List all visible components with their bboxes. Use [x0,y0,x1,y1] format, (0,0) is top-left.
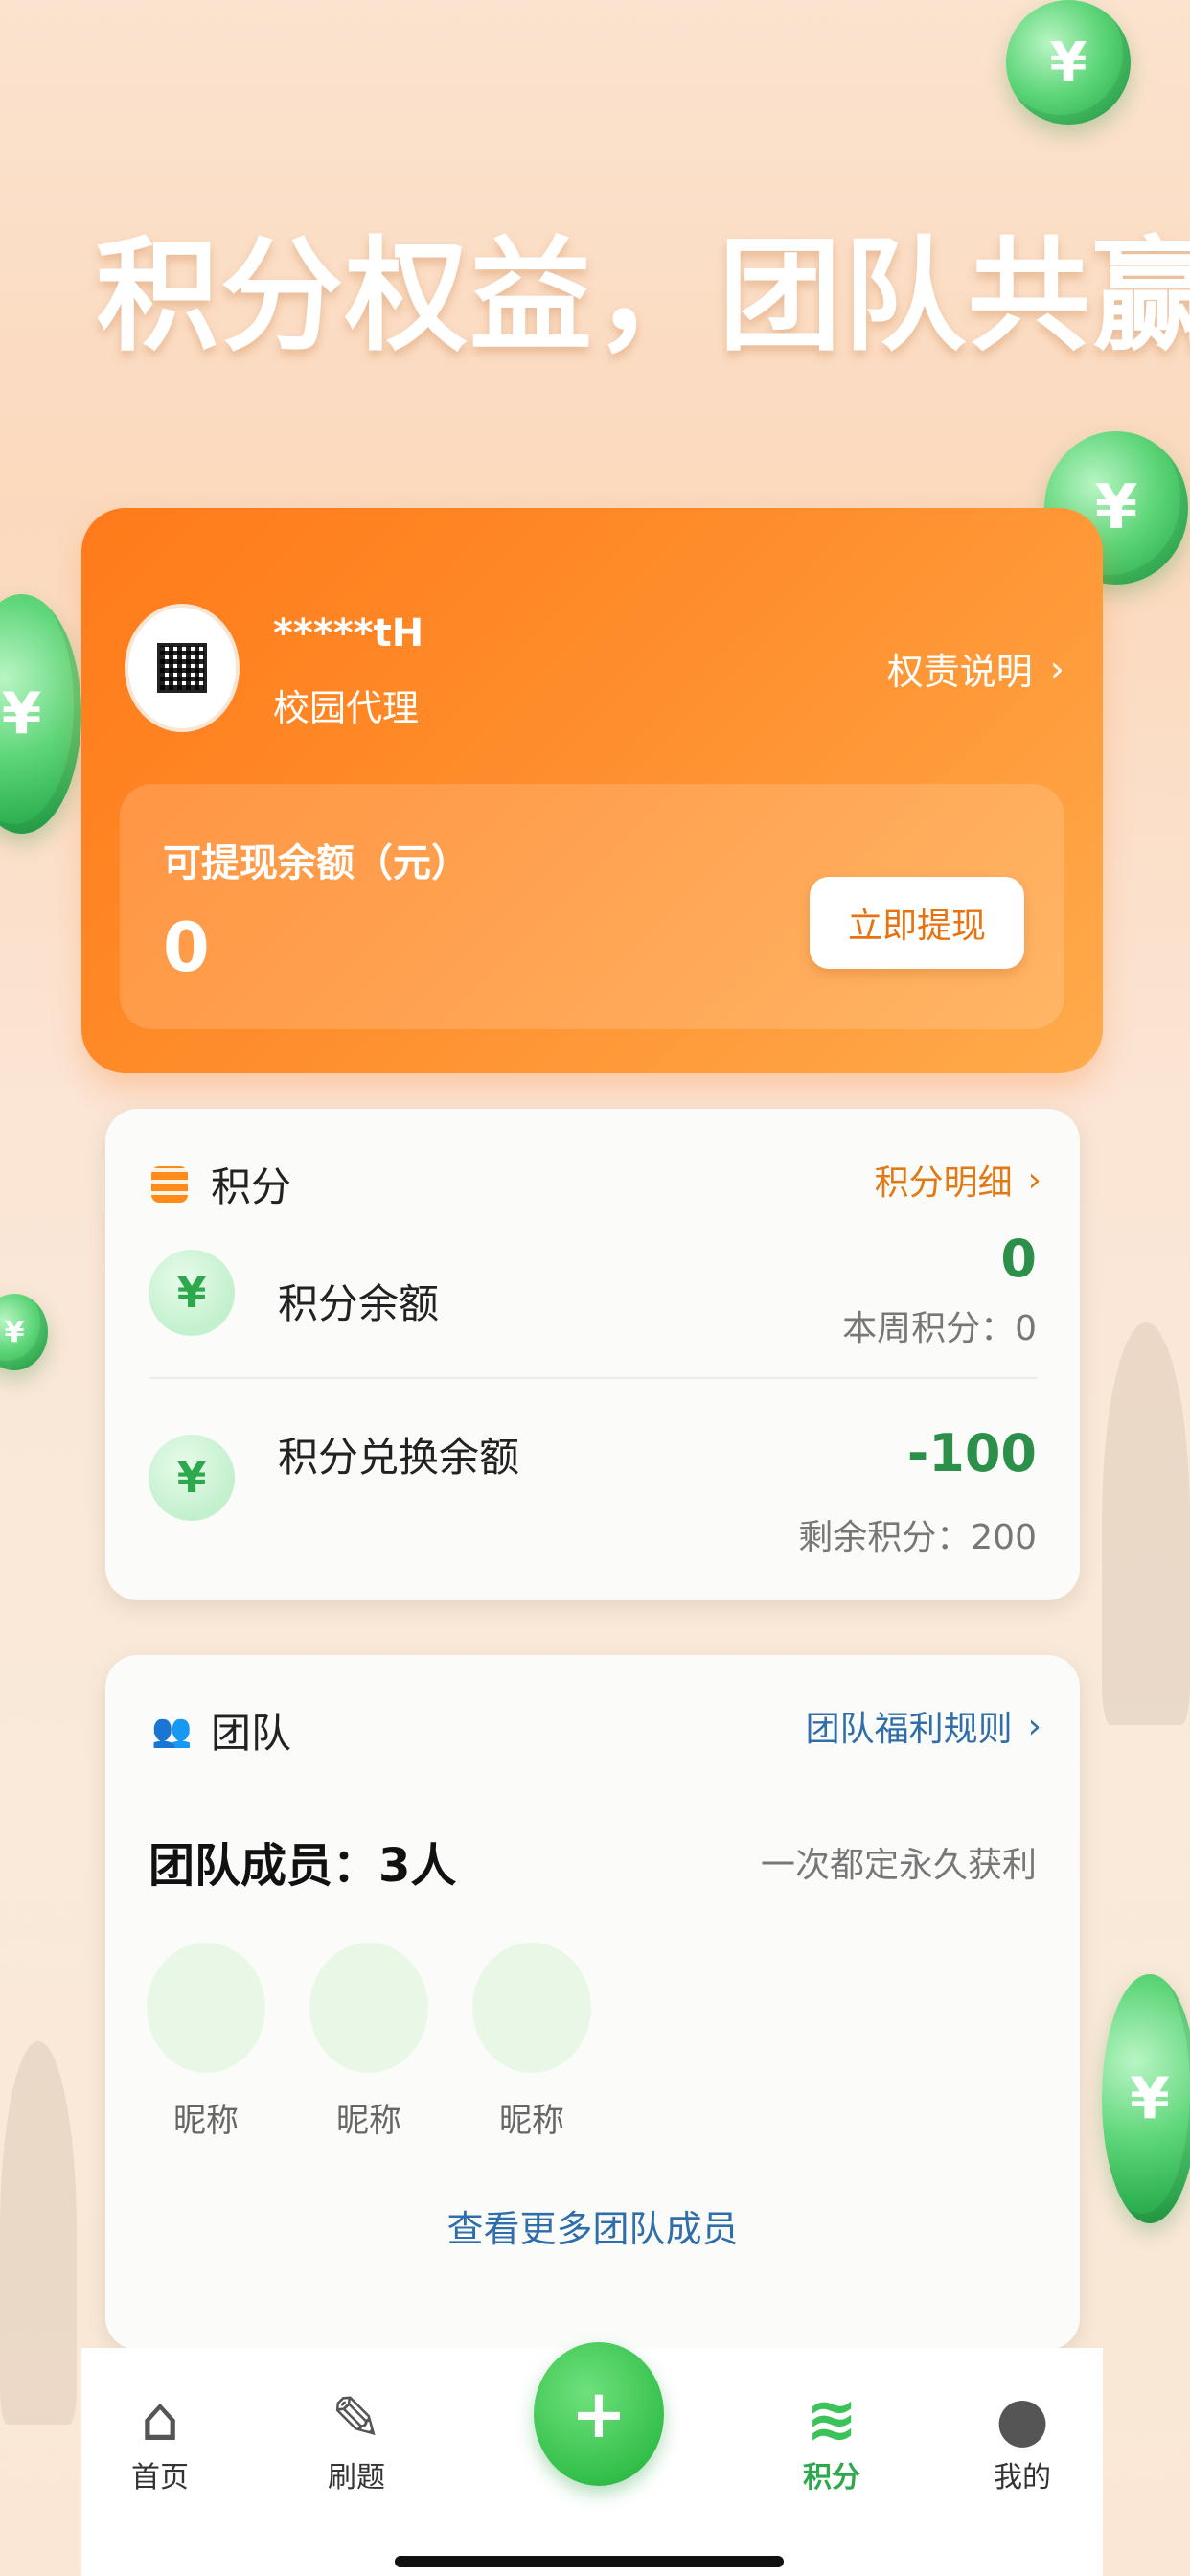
user-role: 校园代理 [273,687,420,729]
member-avatar [472,1943,591,2073]
member-avatar [147,1943,265,2073]
decorative-coin-icon: ¥ [0,1294,48,1370]
team-title: 团队 [211,1710,292,1757]
tab-label: 积分 [803,2461,860,2495]
balance-label: 可提现余额（元） [163,841,469,886]
user-icon: ● [995,2384,1049,2455]
points-detail-label: 积分明细 [874,1163,1013,1203]
tab-practice[interactable]: ✎ 刷题 [299,2386,414,2496]
pencil-ruler-icon: ✎ [331,2384,382,2455]
yen-icon: ¥ [149,1435,235,1521]
points-balance-title: 积分余额 [278,1280,440,1327]
home-indicator [395,2556,784,2567]
team-rules-label: 团队福利规则 [805,1710,1013,1749]
team-member[interactable]: 昵称 [472,1943,591,2141]
tab-label: 首页 [131,2461,189,2495]
withdrawable-balance-box: 可提现余额（元） 0 立即提现 [120,784,1064,1029]
balance-value: 0 [163,908,210,987]
team-section-header: 👥 团队 [151,1701,291,1760]
points-section-header: 积分 [151,1155,291,1213]
team-member[interactable]: 昵称 [147,1943,265,2141]
rights-link-label: 权责说明 [886,651,1033,693]
withdraw-button[interactable]: 立即提现 [810,877,1024,969]
coins-stack-icon [151,1165,188,1203]
decorative-coin-icon: ¥ [0,594,81,834]
background-silhouette [0,2041,77,2425]
team-icon: 👥 [151,1711,193,1750]
team-slogan: 一次都定永久获利 [760,1846,1037,1885]
home-icon: ⌂ [140,2384,180,2455]
member-nickname: 昵称 [173,2102,239,2140]
weekly-points-label: 本周积分：0 [842,1309,1037,1348]
yen-icon: ¥ [149,1250,235,1336]
tab-label: 我的 [994,2461,1051,2495]
member-avatar [309,1943,428,2073]
points-card: 积分 积分明细 › ¥ 积分余额 0 本周积分：0 ¥ 积分兑换余额 -100 … [105,1109,1080,1600]
tab-home[interactable]: ⌂ 首页 [103,2386,217,2496]
view-more-members-link[interactable]: 查看更多团队成员 [105,2199,1080,2252]
remaining-points-label: 剩余积分：200 [798,1518,1037,1557]
points-balance-value: 0 [1000,1229,1037,1289]
member-nickname: 昵称 [499,2102,564,2140]
bottom-tab-bar: ⌂ 首页 ✎ 刷题 + ≋ 积分 ● 我的 [81,2342,1103,2576]
team-rules-link[interactable]: 团队福利规则 › [806,1701,1041,1751]
decorative-coin-icon: ¥ [1102,1974,1190,2223]
divider [149,1377,1037,1379]
points-title: 积分 [211,1163,292,1210]
tab-points[interactable]: ≋ 积分 [774,2386,889,2496]
avatar[interactable] [125,604,240,732]
tab-profile[interactable]: ● 我的 [965,2386,1080,2496]
agent-card: *****tH 校园代理 权责说明 › 可提现余额（元） 0 立即提现 [81,508,1103,1073]
decorative-coin-icon: ¥ [1006,0,1131,125]
exchange-balance-title: 积分兑换余额 [278,1434,520,1481]
tab-label: 刷题 [328,2461,385,2495]
coins-stack-icon: ≋ [806,2384,858,2455]
rights-explanation-link[interactable]: 权责说明 › [887,642,1064,695]
exchange-balance-value: -100 [906,1423,1037,1484]
background-silhouette [1102,1322,1190,1725]
team-card: 👥 团队 团队福利规则 › 团队成员：3人 一次都定永久获利 昵称 昵称 昵称 … [105,1655,1080,2350]
chevron-right-icon: › [1027,1706,1041,1746]
chevron-right-icon: › [1027,1160,1041,1200]
points-detail-link[interactable]: 积分明细 › [875,1155,1041,1205]
qr-code-icon [157,643,207,693]
page-headline: 积分权益，团队共赢 [96,225,1190,368]
add-button[interactable]: + [534,2342,664,2486]
member-nickname: 昵称 [336,2102,401,2140]
chevron-right-icon: › [1049,647,1064,690]
username: *****tH [273,611,424,656]
team-member-count: 团队成员：3人 [149,1839,457,1893]
team-member[interactable]: 昵称 [309,1943,428,2141]
